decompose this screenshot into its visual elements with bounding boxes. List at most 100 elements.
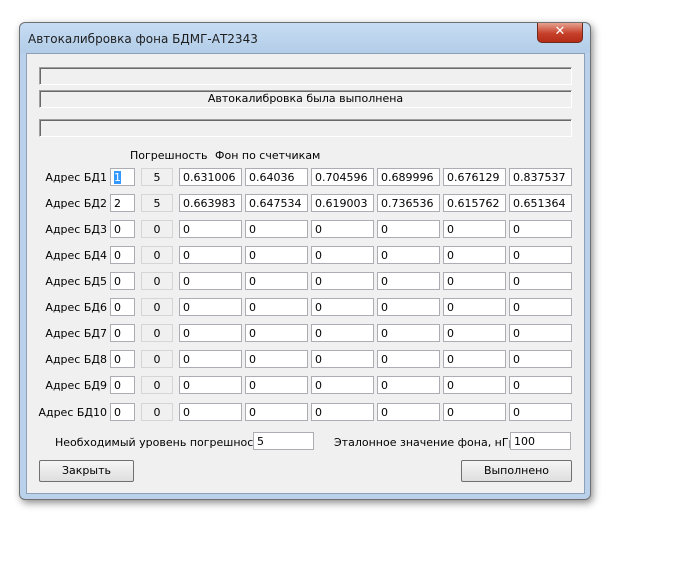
calibration-dialog: Автокалибровка фона БДМГ-АТ2343 ✕ Автока…: [19, 22, 591, 500]
background-count-input[interactable]: 0: [443, 298, 506, 316]
background-count-input[interactable]: 0: [509, 350, 572, 368]
row-label: Адрес БД6: [45, 301, 107, 314]
close-button[interactable]: Закрыть: [39, 460, 134, 482]
background-count-input[interactable]: 0: [311, 376, 374, 394]
background-count-input[interactable]: 0: [245, 298, 308, 316]
background-count-input[interactable]: 0.663983: [179, 194, 242, 212]
address-input[interactable]: 0: [110, 220, 135, 238]
background-count-input[interactable]: 0: [443, 246, 506, 264]
background-count-input[interactable]: 0.615762: [443, 194, 506, 212]
background-count-input[interactable]: 0: [377, 272, 440, 290]
row-label: Адрес БД7: [45, 327, 107, 340]
background-count-input[interactable]: 0: [179, 246, 242, 264]
background-count-input[interactable]: 0.689996: [377, 168, 440, 186]
background-count-input[interactable]: 0.704596: [311, 168, 374, 186]
row-label: Адрес БД10: [38, 406, 107, 419]
background-count-input[interactable]: 0: [509, 298, 572, 316]
progress-bar-top: [39, 67, 572, 85]
required-error-label: Необходимый уровень погрешностей: [55, 436, 274, 449]
background-count-input[interactable]: 0.837537: [509, 168, 572, 186]
background-count-input[interactable]: 0.631006: [179, 168, 242, 186]
background-count-input[interactable]: 0.647534: [245, 194, 308, 212]
header-error: Погрешность: [130, 149, 208, 162]
background-count-input[interactable]: 0: [377, 350, 440, 368]
error-field: 0: [141, 272, 173, 290]
row-label: Адрес БД2: [45, 197, 107, 210]
background-count-input[interactable]: 0: [377, 324, 440, 342]
background-count-input[interactable]: 0: [443, 403, 506, 421]
row-label: Адрес БД3: [45, 223, 107, 236]
address-input[interactable]: 0: [110, 403, 135, 421]
address-input[interactable]: 0: [110, 350, 135, 368]
address-value: 0: [114, 249, 121, 262]
reference-background-label: Эталонное значение фона, нГр/ч: [334, 436, 526, 449]
address-value: 0: [114, 327, 121, 340]
title-bar: Автокалибровка фона БДМГ-АТ2343 ✕: [20, 23, 590, 53]
background-count-input[interactable]: 0: [311, 272, 374, 290]
background-count-input[interactable]: 0.64036: [245, 168, 308, 186]
background-count-input[interactable]: 0: [179, 350, 242, 368]
background-count-input[interactable]: 0: [179, 324, 242, 342]
background-count-input[interactable]: 0: [245, 220, 308, 238]
background-count-input[interactable]: 0: [311, 246, 374, 264]
background-count-input[interactable]: 0: [311, 350, 374, 368]
reference-background-input[interactable]: 100: [510, 432, 571, 450]
background-count-input[interactable]: 0: [377, 220, 440, 238]
required-error-input[interactable]: 5: [253, 432, 314, 450]
background-count-input[interactable]: 0: [179, 403, 242, 421]
row-label: Адрес БД5: [45, 275, 107, 288]
address-input[interactable]: 0: [110, 298, 135, 316]
background-count-input[interactable]: 0: [311, 298, 374, 316]
background-count-input[interactable]: 0: [311, 324, 374, 342]
background-count-input[interactable]: 0: [377, 298, 440, 316]
background-count-input[interactable]: 0: [311, 220, 374, 238]
error-field: 5: [141, 194, 173, 212]
address-input[interactable]: 2: [110, 194, 135, 212]
background-count-input[interactable]: 0.736536: [377, 194, 440, 212]
address-value: 2: [114, 197, 121, 210]
error-field: 5: [141, 168, 173, 186]
address-input[interactable]: 1: [110, 168, 135, 186]
background-count-input[interactable]: 0: [377, 246, 440, 264]
background-count-input[interactable]: 0.676129: [443, 168, 506, 186]
background-count-input[interactable]: 0: [377, 376, 440, 394]
progress-bar-bottom: [39, 119, 572, 137]
address-input[interactable]: 0: [110, 324, 135, 342]
background-count-input[interactable]: 0: [245, 350, 308, 368]
background-count-input[interactable]: 0: [245, 376, 308, 394]
background-count-input[interactable]: 0: [443, 324, 506, 342]
background-count-input[interactable]: 0: [245, 324, 308, 342]
background-count-input[interactable]: 0: [509, 272, 572, 290]
background-count-input[interactable]: 0: [443, 376, 506, 394]
background-count-input[interactable]: 0.619003: [311, 194, 374, 212]
background-count-input[interactable]: 0: [509, 403, 572, 421]
row-label: Адрес БД1: [45, 171, 107, 184]
background-count-input[interactable]: 0: [311, 403, 374, 421]
background-count-input[interactable]: 0: [443, 350, 506, 368]
background-count-input[interactable]: 0: [509, 220, 572, 238]
address-input[interactable]: 0: [110, 272, 135, 290]
background-count-input[interactable]: 0: [245, 403, 308, 421]
background-count-input[interactable]: 0: [509, 324, 572, 342]
background-count-input[interactable]: 0: [443, 272, 506, 290]
background-count-input[interactable]: 0: [245, 272, 308, 290]
row-label: Адрес БД4: [45, 249, 107, 262]
status-message: Автокалибровка была выполнена: [207, 92, 404, 105]
background-count-input[interactable]: 0: [509, 376, 572, 394]
address-value: 0: [114, 379, 121, 392]
background-count-input[interactable]: 0: [509, 246, 572, 264]
background-count-input[interactable]: 0: [443, 220, 506, 238]
background-count-input[interactable]: 0: [245, 246, 308, 264]
background-count-input[interactable]: 0: [179, 272, 242, 290]
close-window-button[interactable]: ✕: [537, 23, 583, 43]
address-input[interactable]: 0: [110, 246, 135, 264]
background-count-input[interactable]: 0: [179, 220, 242, 238]
address-value: 0: [114, 353, 121, 366]
background-count-input[interactable]: 0: [377, 403, 440, 421]
background-count-input[interactable]: 0: [179, 298, 242, 316]
address-input[interactable]: 0: [110, 376, 135, 394]
error-field: 0: [141, 220, 173, 238]
background-count-input[interactable]: 0.651364: [509, 194, 572, 212]
done-button[interactable]: Выполнено: [461, 460, 572, 482]
background-count-input[interactable]: 0: [179, 376, 242, 394]
